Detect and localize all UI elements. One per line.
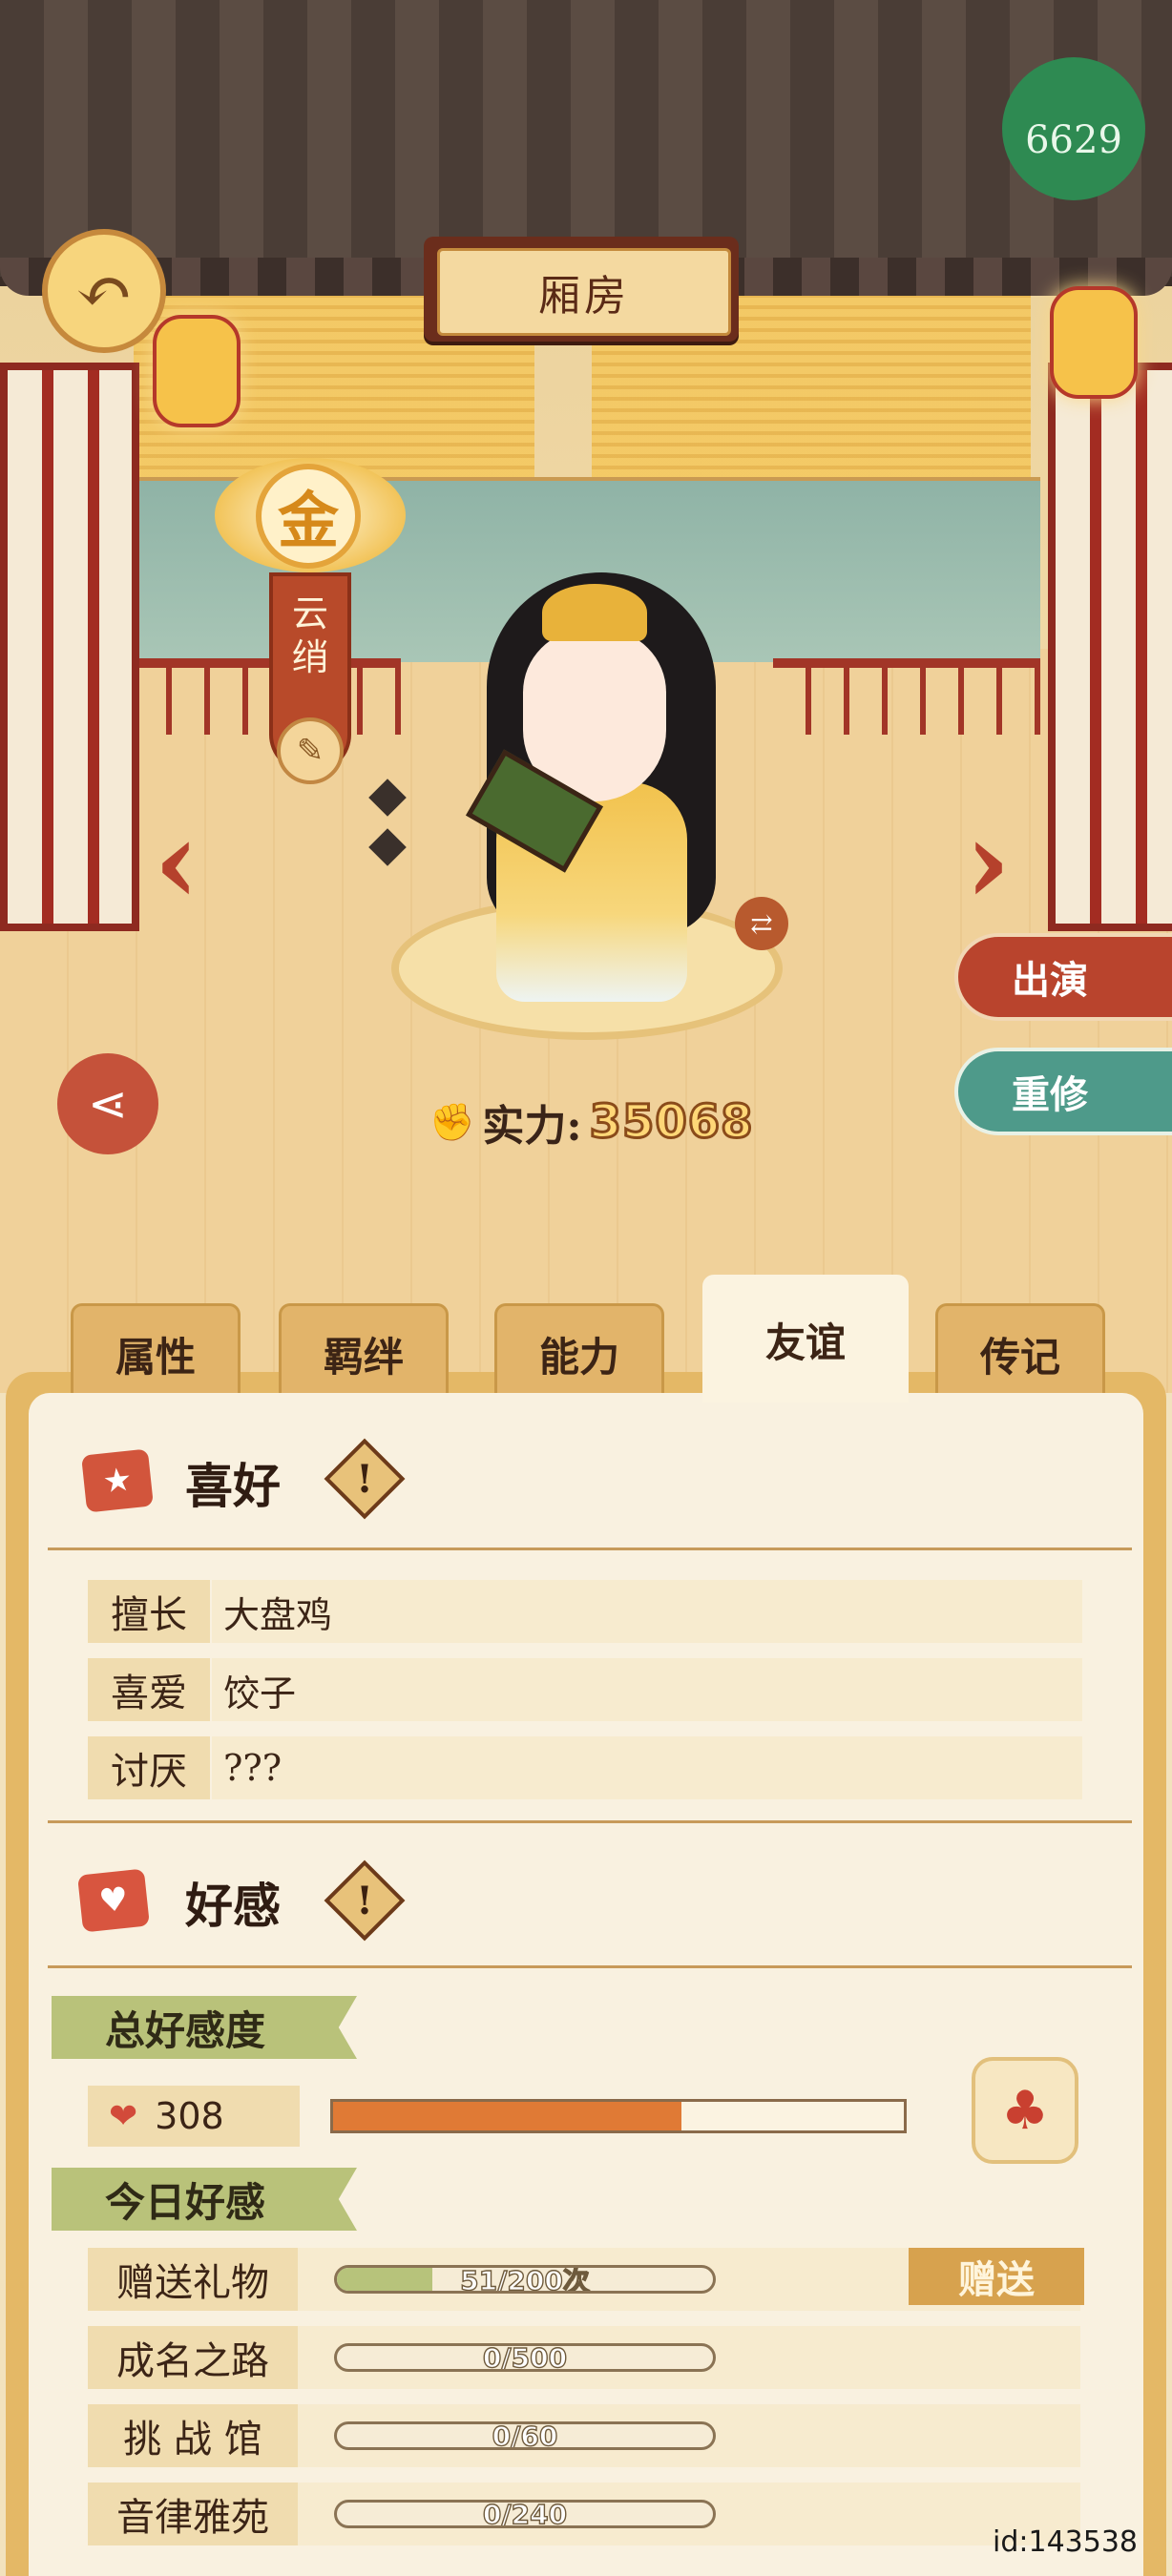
- thumbs-up-icon: ✊: [429, 1100, 475, 1143]
- resource-badge-value: 6629: [1025, 118, 1122, 162]
- gift-row-label: 赠送礼物: [88, 2248, 298, 2311]
- resource-badge[interactable]: 6629: [1002, 57, 1145, 200]
- tab-biography[interactable]: 传记: [935, 1303, 1105, 1402]
- preferences-title: 喜好: [185, 1458, 281, 1514]
- total-affection-value-box: ❤ 308: [88, 2086, 300, 2147]
- retrain-button[interactable]: 重修: [954, 1048, 1172, 1135]
- character-crown: [542, 584, 647, 641]
- character-name-char: 云: [291, 592, 328, 634]
- swap-outfit-button[interactable]: ⇄: [735, 897, 788, 950]
- dislikes-value: ???: [212, 1736, 1082, 1799]
- grade-badge: 金: [256, 464, 361, 569]
- railing-right: [773, 658, 1040, 735]
- dislikes-label: 讨厌: [88, 1736, 210, 1799]
- challenge-hall-label: 挑 战 馆: [88, 2404, 298, 2467]
- lattice-door-left: [0, 363, 139, 931]
- skill-value: 大盘鸡: [212, 1580, 1082, 1643]
- heart-card-icon: ♥: [77, 1868, 150, 1933]
- music-garden-progress-text: 0/240: [482, 2500, 568, 2528]
- character-name-char: 绡: [291, 636, 328, 678]
- back-arrow-icon: ↶: [74, 251, 134, 331]
- total-affection-bar: [330, 2099, 907, 2133]
- gift-send-button[interactable]: 赠送: [909, 2248, 1084, 2305]
- gift-progress-text: 51/200次: [459, 2265, 590, 2294]
- swap-arrows-icon: ⇄: [750, 907, 773, 940]
- divider: [48, 1965, 1132, 1968]
- power-display: ✊ 实力: 35068: [429, 1093, 754, 1152]
- tab-attributes[interactable]: 属性: [71, 1303, 241, 1402]
- previous-character-button[interactable]: ‹: [134, 795, 220, 929]
- next-character-button[interactable]: ›: [945, 795, 1031, 929]
- page-title: 厢房: [437, 248, 731, 336]
- affection-title: 好感: [185, 1878, 281, 1934]
- info-panel: [29, 1393, 1143, 2576]
- money-bag-icon: ♣: [1000, 2079, 1050, 2142]
- heart-icon: ❤: [109, 2096, 138, 2136]
- divider: [48, 1820, 1132, 1823]
- fame-road-progress-text: 0/500: [482, 2343, 568, 2372]
- gift-bag-button[interactable]: ♣: [972, 2057, 1078, 2164]
- skill-label: 擅长: [88, 1580, 210, 1643]
- lattice-door-right: [1048, 363, 1172, 931]
- today-affection-ribbon: 今日好感: [52, 2168, 357, 2231]
- star-card-icon: ★: [81, 1448, 154, 1513]
- music-garden-progress-bar: 0/240: [334, 2500, 716, 2528]
- brush-icon: ✎: [296, 732, 324, 770]
- tab-bonds[interactable]: 羁绊: [279, 1303, 449, 1402]
- total-affection-ribbon: 总好感度: [52, 1996, 357, 2059]
- power-label: 实力:: [482, 1102, 582, 1151]
- share-button[interactable]: ⋖: [57, 1053, 158, 1154]
- player-id: id:143538: [993, 2525, 1139, 2559]
- rename-button[interactable]: ✎: [277, 717, 344, 784]
- total-affection-fill: [333, 2102, 681, 2130]
- railing-left: [134, 658, 401, 735]
- fame-road-label: 成名之路: [88, 2326, 298, 2389]
- gift-progress-bar: 51/200次: [334, 2265, 716, 2294]
- chevron-left-icon: ‹: [154, 794, 199, 929]
- challenge-hall-progress-bar: 0/60: [334, 2421, 716, 2450]
- divider: [48, 1548, 1132, 1550]
- share-icon: ⋖: [88, 1076, 128, 1132]
- lantern-icon: [153, 315, 241, 427]
- chevron-right-icon: ›: [965, 794, 1011, 929]
- tab-abilities[interactable]: 能力: [494, 1303, 664, 1402]
- info-button[interactable]: !: [336, 1872, 393, 1929]
- perform-button[interactable]: 出演: [954, 933, 1172, 1021]
- likes-value: 饺子: [212, 1658, 1082, 1721]
- challenge-hall-progress-text: 0/60: [492, 2421, 558, 2450]
- info-button[interactable]: !: [336, 1450, 393, 1507]
- power-value: 35068: [588, 1094, 754, 1151]
- music-garden-label: 音律雅苑: [88, 2483, 298, 2545]
- total-affection-value: 308: [155, 2095, 224, 2137]
- likes-label: 喜爱: [88, 1658, 210, 1721]
- tab-friendship[interactable]: 友谊: [702, 1275, 909, 1402]
- back-button[interactable]: ↶: [42, 229, 166, 353]
- fame-road-progress-bar: 0/500: [334, 2343, 716, 2372]
- lantern-icon: [1050, 286, 1138, 399]
